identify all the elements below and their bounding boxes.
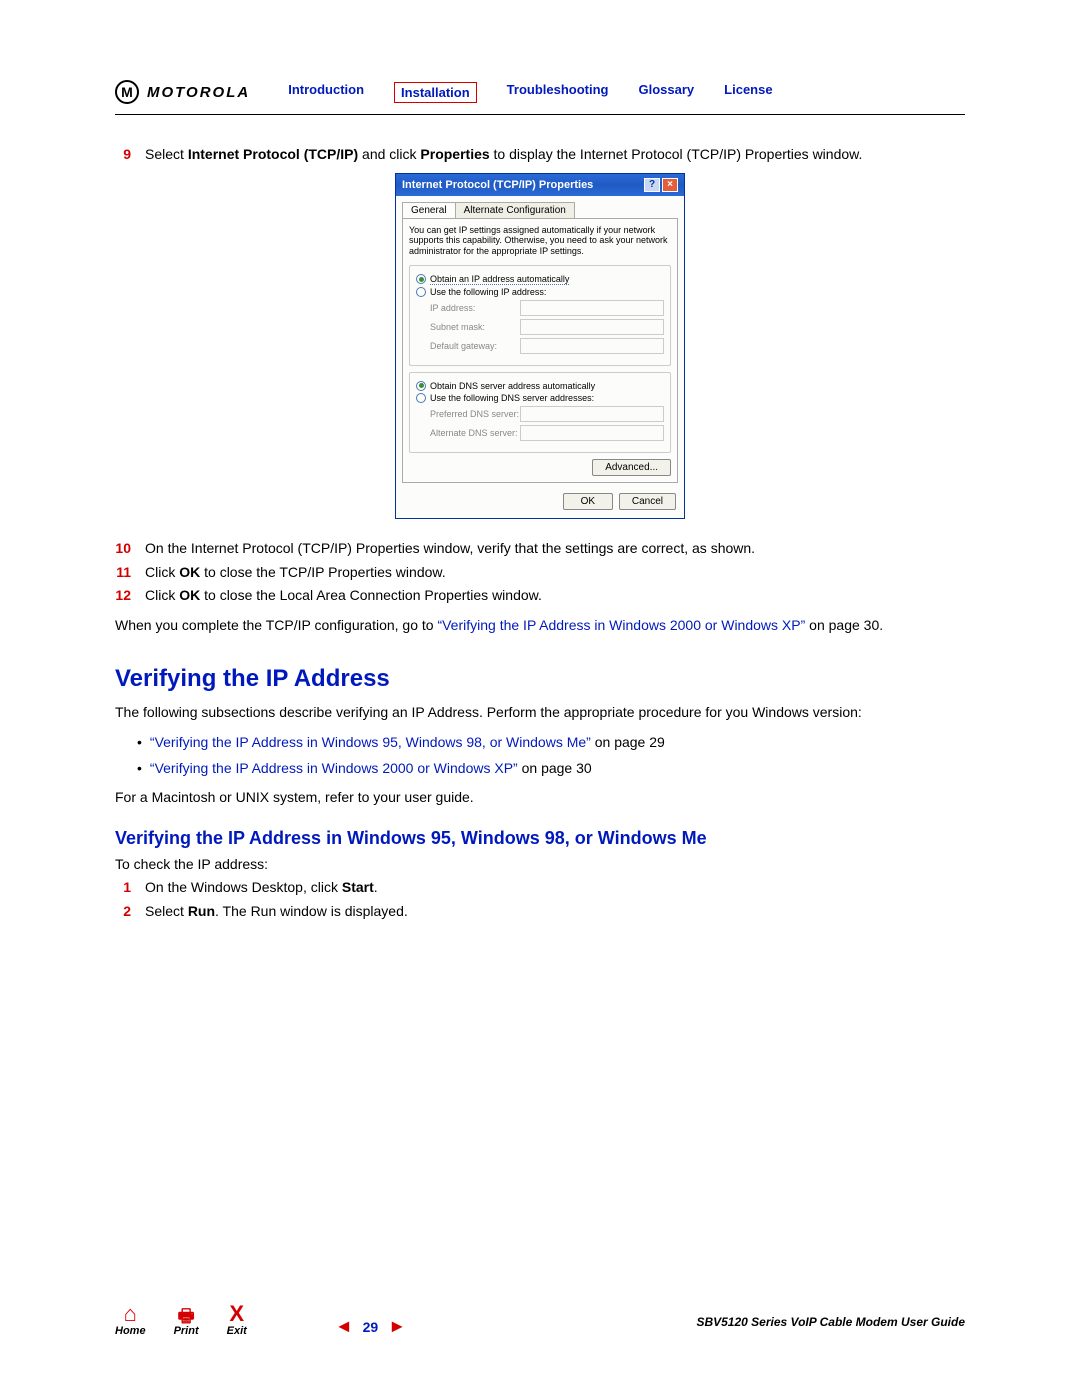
ok-button[interactable]: OK xyxy=(563,493,613,510)
field-alternate-dns: Alternate DNS server: xyxy=(430,425,664,441)
advanced-button[interactable]: Advanced... xyxy=(592,459,671,476)
bullet-icon: • xyxy=(137,733,142,753)
intro-paragraph: The following subsections describe verif… xyxy=(115,703,965,723)
home-button[interactable]: ⌂ Home xyxy=(115,1303,146,1337)
radio-selected-icon xyxy=(416,381,426,391)
check-ip-paragraph: To check the IP address: xyxy=(115,855,965,875)
input-preferred-dns[interactable] xyxy=(520,406,664,422)
step-text: On the Internet Protocol (TCP/IP) Proper… xyxy=(145,539,965,559)
tab-general[interactable]: General xyxy=(402,202,456,218)
nav-glossary[interactable]: Glossary xyxy=(639,82,695,103)
exit-button[interactable]: X Exit xyxy=(227,1303,247,1337)
bullet-item: • “Verifying the IP Address in Windows 2… xyxy=(137,759,965,779)
step-number: 12 xyxy=(115,586,131,606)
step-text: Click OK to close the Local Area Connect… xyxy=(145,586,965,606)
document-title: SBV5120 Series VoIP Cable Modem User Gui… xyxy=(696,1315,965,1329)
tcpip-dialog-screenshot: Internet Protocol (TCP/IP) Properties ? … xyxy=(115,173,965,519)
print-icon: 🖶 xyxy=(178,1307,195,1325)
step-9: 9 Select Internet Protocol (TCP/IP) and … xyxy=(115,145,965,165)
home-icon: ⌂ xyxy=(124,1303,137,1325)
mac-unix-paragraph: For a Macintosh or UNIX system, refer to… xyxy=(115,788,965,808)
bullet-item: • “Verifying the IP Address in Windows 9… xyxy=(137,733,965,753)
radio-selected-icon xyxy=(416,274,426,284)
field-ip-address: IP address: xyxy=(430,300,664,316)
step-number: 10 xyxy=(115,539,131,559)
substep-2: 2 Select Run. The Run window is displaye… xyxy=(115,902,965,922)
step-10: 10 On the Internet Protocol (TCP/IP) Pro… xyxy=(115,539,965,559)
page-number: 29 xyxy=(363,1319,379,1335)
page-navigation: ◄ 29 ► xyxy=(335,1316,406,1337)
nav-license[interactable]: License xyxy=(724,82,772,103)
radio-unselected-icon xyxy=(416,287,426,297)
step-number: 1 xyxy=(115,878,131,898)
help-icon[interactable]: ? xyxy=(644,178,660,192)
step-text: Select Internet Protocol (TCP/IP) and cl… xyxy=(145,145,965,165)
completion-paragraph: When you complete the TCP/IP configurati… xyxy=(115,616,965,636)
print-button[interactable]: 🖶 Print xyxy=(174,1307,199,1337)
step-number: 11 xyxy=(115,563,131,583)
link-verify-2000-xp-2[interactable]: “Verifying the IP Address in Windows 200… xyxy=(150,760,518,776)
step-11: 11 Click OK to close the TCP/IP Properti… xyxy=(115,563,965,583)
dialog-title: Internet Protocol (TCP/IP) Properties xyxy=(402,179,593,191)
nav-introduction[interactable]: Introduction xyxy=(288,82,364,103)
next-page-button[interactable]: ► xyxy=(388,1316,406,1337)
step-12: 12 Click OK to close the Local Area Conn… xyxy=(115,586,965,606)
field-default-gateway: Default gateway: xyxy=(430,338,664,354)
ip-address-group: Obtain an IP address automatically Use t… xyxy=(409,265,671,366)
tab-alternate[interactable]: Alternate Configuration xyxy=(455,202,575,218)
motorola-logo-icon: M xyxy=(115,80,139,104)
close-icon[interactable]: × xyxy=(662,178,678,192)
radio-obtain-dns-auto[interactable]: Obtain DNS server address automatically xyxy=(416,381,664,391)
step-text: On the Windows Desktop, click Start. xyxy=(145,878,965,898)
step-number: 2 xyxy=(115,902,131,922)
radio-unselected-icon xyxy=(416,393,426,403)
input-ip-address[interactable] xyxy=(520,300,664,316)
cancel-button[interactable]: Cancel xyxy=(619,493,676,510)
radio-obtain-ip-auto[interactable]: Obtain an IP address automatically xyxy=(416,274,664,285)
nav-installation[interactable]: Installation xyxy=(394,82,477,103)
heading-verifying-ip: Verifying the IP Address xyxy=(115,665,965,693)
dialog-tabs: General Alternate Configuration xyxy=(402,202,678,218)
heading-verify-95-98-me: Verifying the IP Address in Windows 95, … xyxy=(115,828,965,849)
page-header: M MOTOROLA Introduction Installation Tro… xyxy=(115,80,965,115)
exit-icon: X xyxy=(229,1303,244,1325)
brand-text: MOTOROLA xyxy=(147,84,250,101)
field-preferred-dns: Preferred DNS server: xyxy=(430,406,664,422)
prev-page-button[interactable]: ◄ xyxy=(335,1316,353,1337)
dns-group: Obtain DNS server address automatically … xyxy=(409,372,671,453)
radio-use-following-dns[interactable]: Use the following DNS server addresses: xyxy=(416,393,664,403)
field-subnet-mask: Subnet mask: xyxy=(430,319,664,335)
step-number: 9 xyxy=(115,145,131,165)
substep-1: 1 On the Windows Desktop, click Start. xyxy=(115,878,965,898)
input-subnet-mask[interactable] xyxy=(520,319,664,335)
bullet-icon: • xyxy=(137,759,142,779)
radio-use-following-ip[interactable]: Use the following IP address: xyxy=(416,287,664,297)
step-text: Select Run. The Run window is displayed. xyxy=(145,902,965,922)
dialog-description: You can get IP settings assigned automat… xyxy=(409,225,671,257)
input-alternate-dns[interactable] xyxy=(520,425,664,441)
input-default-gateway[interactable] xyxy=(520,338,664,354)
top-nav: Introduction Installation Troubleshootin… xyxy=(288,82,772,103)
link-verify-95-98-me[interactable]: “Verifying the IP Address in Windows 95,… xyxy=(150,734,591,750)
nav-troubleshooting[interactable]: Troubleshooting xyxy=(507,82,609,103)
dialog-titlebar: Internet Protocol (TCP/IP) Properties ? … xyxy=(396,174,684,196)
step-text: Click OK to close the TCP/IP Properties … xyxy=(145,563,965,583)
link-verify-2000-xp[interactable]: “Verifying the IP Address in Windows 200… xyxy=(437,617,805,633)
